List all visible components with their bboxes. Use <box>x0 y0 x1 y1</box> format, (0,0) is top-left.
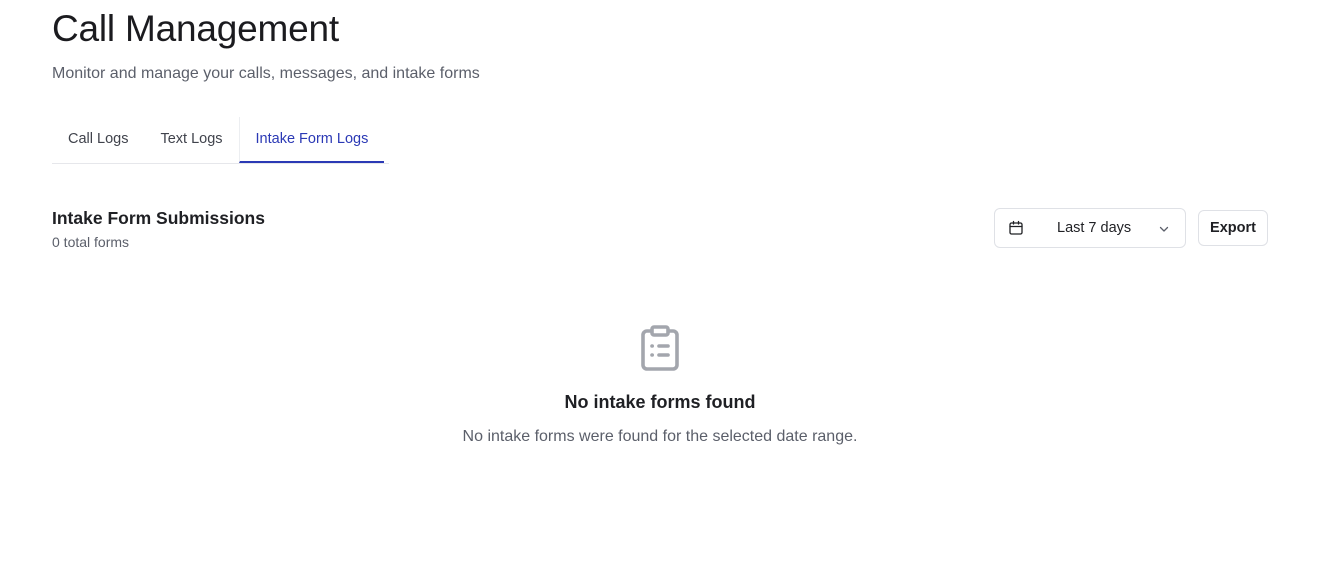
chevron-down-icon <box>1159 226 1169 232</box>
tab-text-logs[interactable]: Text Logs <box>144 117 238 163</box>
section-title: Intake Form Submissions <box>52 208 265 228</box>
date-range-value: Last 7 days <box>1057 220 1132 236</box>
page-subtitle: Monitor and manage your calls, messages,… <box>52 65 480 82</box>
tab-intake-form-logs[interactable]: Intake Form Logs <box>238 117 385 163</box>
page-title: Call Management <box>52 8 339 49</box>
total-forms-count: 0 total forms <box>52 234 130 250</box>
tab-bar: Call Logs Text Logs Intake Form Logs <box>52 117 389 164</box>
empty-state-description: No intake forms were found for the selec… <box>462 428 858 445</box>
date-range-select[interactable]: Last 7 days <box>994 208 1186 248</box>
calendar-icon <box>1009 220 1023 235</box>
empty-state-title: No intake forms found <box>564 392 756 412</box>
tab-call-logs[interactable]: Call Logs <box>52 117 144 163</box>
clipboard-list-icon <box>641 325 679 371</box>
export-button[interactable]: Export <box>1198 210 1268 246</box>
